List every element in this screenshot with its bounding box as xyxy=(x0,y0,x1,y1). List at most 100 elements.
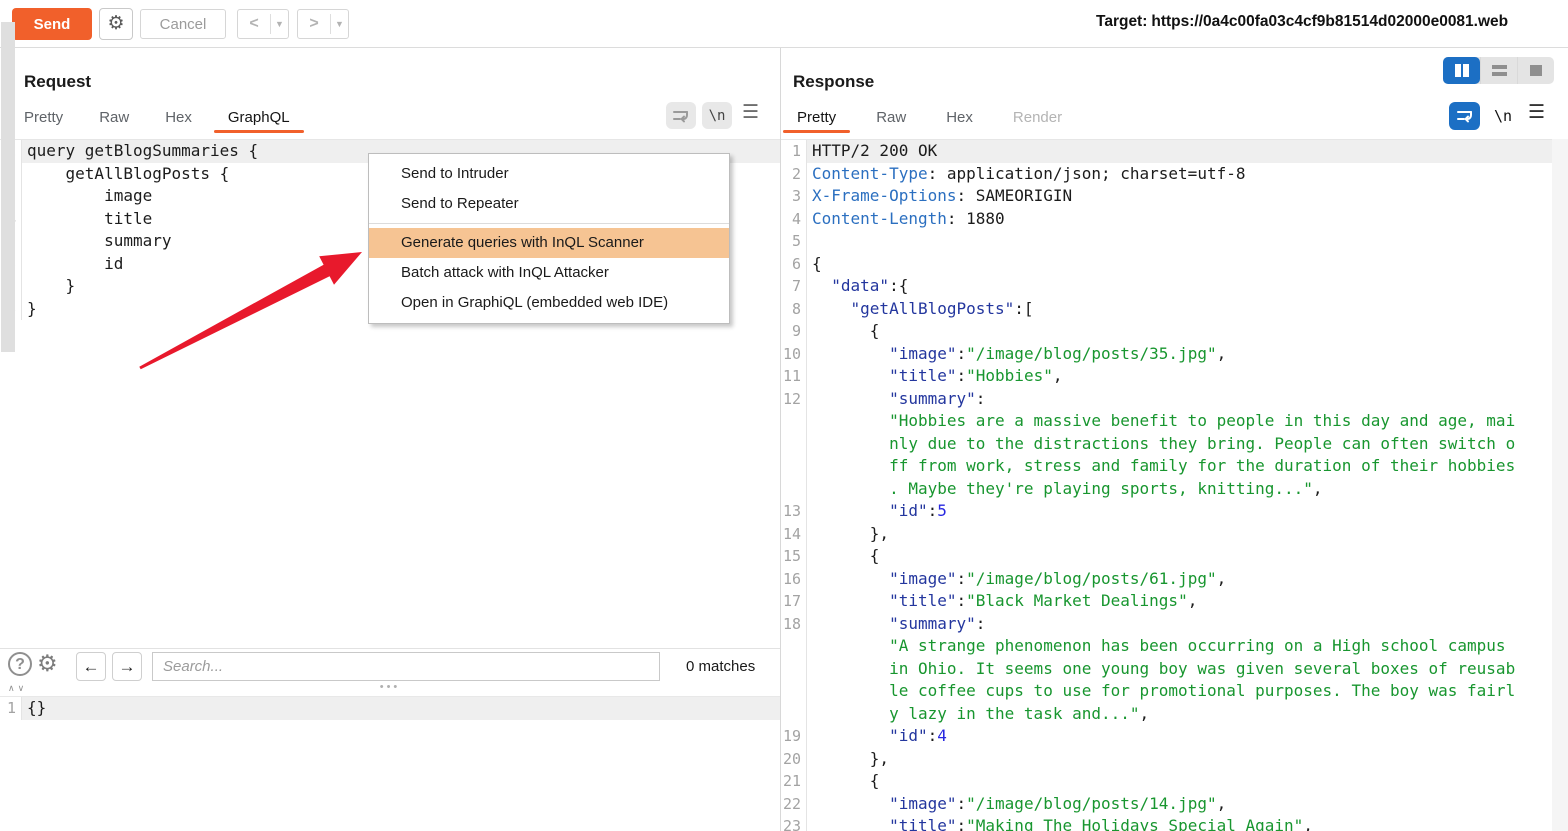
previous-request-button[interactable]: < ▼ xyxy=(237,9,289,39)
request-settings-button[interactable]: ⚙ xyxy=(99,8,133,40)
chevron-right-icon[interactable]: > xyxy=(298,15,330,33)
line-number: 9 xyxy=(781,320,807,343)
line-number: 15 xyxy=(781,545,807,568)
chevron-down-icon[interactable]: ▼ xyxy=(271,19,288,29)
response-panel-title: Response xyxy=(793,72,874,92)
line-number: 3 xyxy=(781,185,807,208)
line-number: 12 xyxy=(781,388,807,411)
send-button[interactable]: Send xyxy=(12,8,92,40)
line-number xyxy=(781,410,807,433)
tab-hex[interactable]: Hex xyxy=(946,109,973,126)
chevron-left-icon[interactable]: < xyxy=(238,15,270,33)
line-number: 11 xyxy=(781,365,807,388)
line-number: 5 xyxy=(781,230,807,253)
hamburger-icon: ☰ xyxy=(742,102,759,123)
line-number: 22 xyxy=(781,793,807,816)
line-number xyxy=(781,635,807,658)
code-line: y lazy in the task and...", xyxy=(781,703,1552,726)
line-number: 1 xyxy=(0,697,22,720)
response-scrollbar-thumb[interactable] xyxy=(1,22,15,352)
menu-item-send-to-intruder[interactable]: Send to Intruder xyxy=(369,159,729,189)
response-menu-button[interactable]: ☰ xyxy=(1528,101,1545,124)
request-panel-title: Request xyxy=(24,72,91,92)
hamburger-icon: ☰ xyxy=(1528,102,1545,123)
tab-pretty[interactable]: Pretty xyxy=(797,109,836,126)
splitter-chevrons-icon[interactable]: ∧∨ xyxy=(8,683,27,694)
line-number: 4 xyxy=(781,208,807,231)
layout-rows-button[interactable] xyxy=(1480,57,1517,84)
menu-item-send-to-repeater[interactable]: Send to Repeater xyxy=(369,189,729,219)
word-wrap-icon xyxy=(1456,108,1474,124)
menu-item-batch-attack-with-inql-attacker[interactable]: Batch attack with InQL Attacker xyxy=(369,258,729,288)
line-number: 21 xyxy=(781,770,807,793)
next-request-button[interactable]: > ▼ xyxy=(297,9,349,39)
code-line: 7 "data":{ xyxy=(781,275,1552,298)
code-line: 14 }, xyxy=(781,523,1552,546)
newline-icon: \n xyxy=(1494,107,1512,125)
menu-separator xyxy=(369,223,729,224)
menu-item-open-in-graphiql-embedded-web-ide[interactable]: Open in GraphiQL (embedded web IDE) xyxy=(369,288,729,318)
code-line: 1{} xyxy=(0,697,780,720)
line-number: 18 xyxy=(781,613,807,636)
code-line: 8 "getAllBlogPosts":[ xyxy=(781,298,1552,321)
response-word-wrap-button[interactable] xyxy=(1449,102,1480,130)
search-previous-button[interactable]: ← xyxy=(76,652,106,681)
target-label: Target: xyxy=(1096,13,1147,30)
chevron-down-icon[interactable]: ▼ xyxy=(331,19,348,29)
code-line: 11 "title":"Hobbies", xyxy=(781,365,1552,388)
tab-raw[interactable]: Raw xyxy=(99,109,129,126)
gear-icon: ⚙ xyxy=(107,13,124,34)
code-line: "Hobbies are a massive benefit to people… xyxy=(781,410,1552,433)
code-line: 15 { xyxy=(781,545,1552,568)
tab-graphql[interactable]: GraphQL xyxy=(228,109,290,126)
request-body-mini-editor[interactable]: 1{} xyxy=(0,696,780,756)
line-number: 6 xyxy=(781,253,807,276)
layout-single-button[interactable] xyxy=(1517,57,1554,84)
menu-item-generate-queries-with-inql-scanner[interactable]: Generate queries with InQL Scanner xyxy=(369,228,729,258)
search-input[interactable] xyxy=(152,652,660,681)
code-line: 1HTTP/2 200 OK xyxy=(781,140,1552,163)
code-line: 19 "id":4 xyxy=(781,725,1552,748)
help-button[interactable]: ? xyxy=(8,652,32,676)
code-line: 23 "title":"Making The Holidays Special … xyxy=(781,815,1552,831)
newline-icon: \n xyxy=(709,108,726,124)
cancel-button[interactable]: Cancel xyxy=(140,9,226,39)
line-number: 23 xyxy=(781,815,807,831)
line-number xyxy=(781,658,807,681)
tab-raw[interactable]: Raw xyxy=(876,109,906,126)
code-line: 17 "title":"Black Market Dealings", xyxy=(781,590,1552,613)
search-next-button[interactable]: → xyxy=(112,652,142,681)
line-number: 7 xyxy=(781,275,807,298)
tab-render[interactable]: Render xyxy=(1013,109,1062,126)
layout-columns-button[interactable] xyxy=(1443,57,1480,84)
code-line: 13 "id":5 xyxy=(781,500,1552,523)
code-line: 6{ xyxy=(781,253,1552,276)
search-settings-button[interactable]: ⚙ xyxy=(37,650,58,677)
splitter-handle[interactable]: ∧∨ ••• xyxy=(0,684,780,696)
code-line: 16 "image":"/image/blog/posts/61.jpg", xyxy=(781,568,1552,591)
code-line: 20 }, xyxy=(781,748,1552,771)
line-number xyxy=(781,680,807,703)
code-line: "A strange phenomenon has been occurring… xyxy=(781,635,1552,658)
line-number: 13 xyxy=(781,500,807,523)
line-number: 8 xyxy=(781,298,807,321)
request-show-newlines-button[interactable]: \n xyxy=(702,102,732,129)
tab-hex[interactable]: Hex xyxy=(165,109,192,126)
search-match-count: 0 matches xyxy=(686,658,755,675)
request-menu-button[interactable]: ☰ xyxy=(742,101,759,124)
layout-switcher xyxy=(1443,57,1554,84)
line-number: 1 xyxy=(781,140,807,163)
code-line: 9 { xyxy=(781,320,1552,343)
code-line: 2Content-Type: application/json; charset… xyxy=(781,163,1552,186)
line-number xyxy=(781,433,807,456)
tab-pretty[interactable]: Pretty xyxy=(24,109,63,126)
code-line: in Ohio. It seems one young boy was give… xyxy=(781,658,1552,681)
response-scrollbar[interactable] xyxy=(1552,139,1568,831)
line-number: 2 xyxy=(781,163,807,186)
code-line: 21 { xyxy=(781,770,1552,793)
line-number: 16 xyxy=(781,568,807,591)
request-word-wrap-button[interactable] xyxy=(666,102,696,129)
response-editor[interactable]: 1HTTP/2 200 OK2Content-Type: application… xyxy=(781,139,1552,831)
line-number xyxy=(781,703,807,726)
response-show-newlines-button[interactable]: \n xyxy=(1488,102,1518,129)
